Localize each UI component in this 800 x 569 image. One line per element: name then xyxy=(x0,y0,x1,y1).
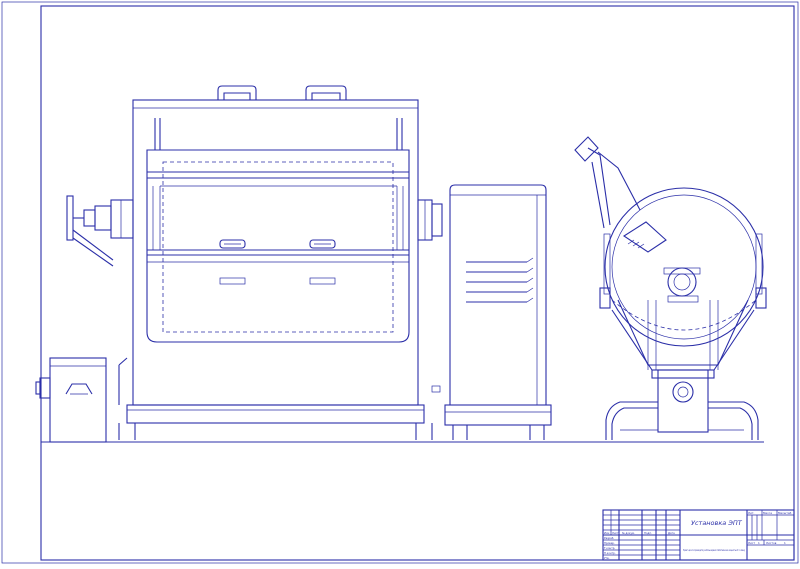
sheet-number: 1 xyxy=(758,541,760,545)
role-row: Н.контр. xyxy=(604,551,616,555)
role-row: Разраб. xyxy=(604,536,614,540)
header-cell: Лист xyxy=(612,531,619,535)
stage-label: Лит. xyxy=(748,511,755,515)
loading-hatch xyxy=(622,221,667,253)
outer-frame xyxy=(1,1,799,564)
sheets-label: Листов xyxy=(766,541,777,545)
trough xyxy=(146,149,410,343)
control-cabinet xyxy=(444,184,552,440)
header-cell: Дата xyxy=(668,531,675,535)
trough-hidden-outline xyxy=(162,161,394,333)
role-row: Т.контр. xyxy=(604,546,615,550)
drawing-title: Установка ЭПТ xyxy=(691,519,743,527)
mixer-base xyxy=(126,404,425,424)
role-row: Провер. xyxy=(604,541,615,545)
drawing-sheet: Установка ЭПТ Проект цеха по производств… xyxy=(0,0,800,565)
drum-unit xyxy=(574,136,767,440)
shaft-flange xyxy=(66,195,74,241)
title-block: Установка ЭПТ Проект цеха по производств… xyxy=(602,509,795,561)
vent-louvers xyxy=(466,257,534,303)
sheet-label: Лист xyxy=(748,541,755,545)
project-note: Проект цеха по производству колбасы варе… xyxy=(683,548,745,552)
technical-drawing: Установка ЭПТ Проект цеха по производств… xyxy=(1,1,799,564)
drum-hub xyxy=(667,267,697,297)
gearbox xyxy=(657,369,709,433)
scale-label: Масштаб xyxy=(778,511,792,515)
header-cell: № докум. xyxy=(622,532,635,535)
role-row: Утв. xyxy=(604,556,610,560)
feed-hopper xyxy=(574,136,599,162)
header-cell: Изм xyxy=(604,531,609,535)
left-bearing xyxy=(110,199,134,239)
motor-box xyxy=(35,357,107,443)
mass-label: Масса xyxy=(763,511,772,515)
mixer-body xyxy=(132,99,419,406)
header-cell: Подп. xyxy=(644,531,652,535)
main-machine-housing xyxy=(66,85,443,440)
sheets-total: 1 xyxy=(784,541,786,545)
